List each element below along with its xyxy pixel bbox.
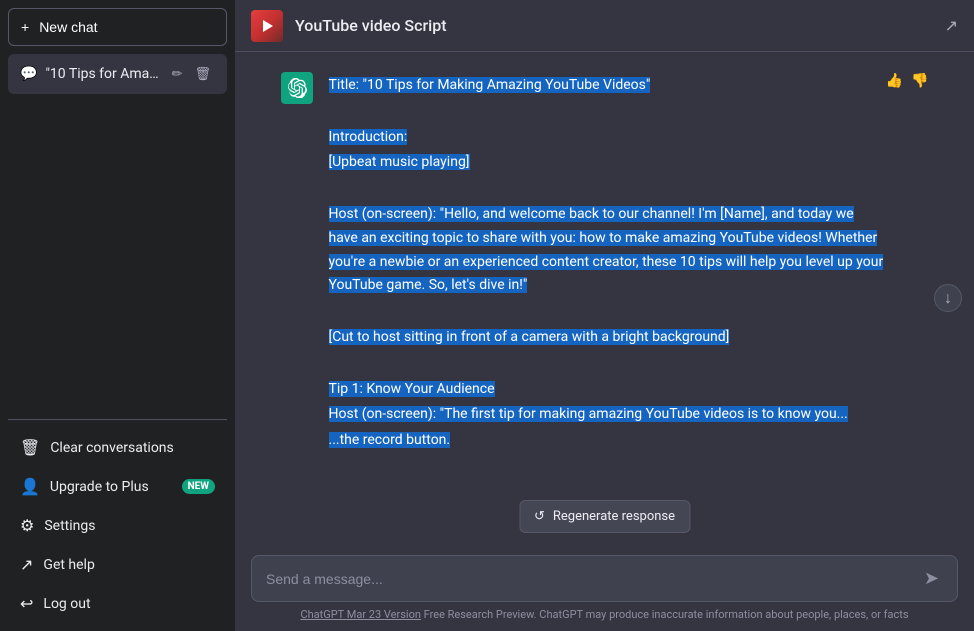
chat-item-label: "10 Tips for Amazing Yo <box>45 66 163 82</box>
footer-text: ChatGPT Mar 23 Version Free Research Pre… <box>251 602 958 625</box>
message-actions: 👍 👎 <box>886 72 929 89</box>
msg-line-blank4 <box>329 352 886 376</box>
sidebar-item-logout[interactable]: ↩ Log out <box>8 584 227 623</box>
msg-line-record: ...the record button. <box>329 429 886 453</box>
chat-icon: 💬 <box>20 66 37 82</box>
selected-text: [Cut to host sitting in front of a camer… <box>329 329 730 345</box>
new-chat-button[interactable]: + New chat <box>8 8 227 46</box>
sidebar-item-help[interactable]: ↗ Get help <box>8 545 227 584</box>
input-box: ➤ <box>251 555 958 602</box>
help-icon: ↗ <box>20 555 33 574</box>
selected-text: [Upbeat music playing] <box>329 154 470 170</box>
msg-line-blank2 <box>329 177 886 201</box>
send-button[interactable]: ➤ <box>920 566 943 591</box>
sidebar-item-upgrade[interactable]: 👤 Upgrade to Plus NEW <box>8 467 227 506</box>
msg-line-host2: Host (on-screen): "The first tip for mak… <box>329 403 886 427</box>
selected-text: Tip 1: Know Your Audience <box>329 381 495 397</box>
selected-text: Host (on-screen): "Hello, and welcome ba… <box>329 206 884 293</box>
external-link-icon[interactable]: ↗ <box>945 16 958 35</box>
page-title: YouTube video Script <box>295 16 945 35</box>
ai-message-row: Title: "10 Tips for Making Amazing YouTu… <box>281 72 929 455</box>
chat-area: Title: "10 Tips for Making Amazing YouTu… <box>235 52 974 543</box>
message-body: Title: "10 Tips for Making Amazing YouTu… <box>329 72 929 455</box>
regenerate-label: Regenerate response <box>553 509 675 524</box>
chat-area-wrapper: Title: "10 Tips for Making Amazing YouTu… <box>235 52 974 543</box>
message-block: Title: "10 Tips for Making Amazing YouTu… <box>265 72 945 455</box>
chat-item[interactable]: 💬 "10 Tips for Amazing Yo ✏ 🗑 <box>8 54 227 94</box>
play-icon <box>263 20 273 32</box>
ai-avatar <box>281 72 313 104</box>
msg-line-tip1: Tip 1: Know Your Audience <box>329 378 886 402</box>
main-area: YouTube video Script ↗ <box>235 0 974 631</box>
person-icon: 👤 <box>20 477 40 496</box>
msg-line-blank1 <box>329 100 886 124</box>
footer-description: Free Research Preview. ChatGPT may produ… <box>421 608 909 621</box>
avatar-inner <box>251 10 283 42</box>
selected-text: Title: "10 Tips for Making Amazing YouTu… <box>329 77 651 93</box>
logout-icon: ↩ <box>20 594 33 613</box>
thumbs-down-button[interactable]: 👎 <box>911 72 928 89</box>
msg-line-title: Title: "10 Tips for Making Amazing YouTu… <box>329 74 886 98</box>
sidebar-bottom: 🗑 Clear conversations 👤 Upgrade to Plus … <box>8 419 227 623</box>
clear-label: Clear conversations <box>50 440 215 456</box>
trash-icon: 🗑 <box>20 438 40 457</box>
plus-icon: + <box>21 19 29 35</box>
thumbs-up-button[interactable]: 👍 <box>886 72 903 89</box>
sidebar-item-settings[interactable]: ⚙ Settings <box>8 506 227 545</box>
regenerate-icon: ↺ <box>534 509 545 524</box>
chat-item-actions: ✏ 🗑 <box>168 64 215 84</box>
selected-text: ...the record button. <box>329 432 451 448</box>
sidebar-item-clear[interactable]: 🗑 Clear conversations <box>8 428 227 467</box>
logout-label: Log out <box>43 596 215 612</box>
sidebar: + New chat 💬 "10 Tips for Amazing Yo ✏ 🗑… <box>0 0 235 631</box>
msg-line-blank3 <box>329 300 886 324</box>
chat-history: 💬 "10 Tips for Amazing Yo ✏ 🗑 <box>8 54 227 419</box>
header-avatar <box>251 10 283 42</box>
new-chat-label: New chat <box>39 19 97 35</box>
gear-icon: ⚙ <box>20 516 34 535</box>
selected-text: Host (on-screen): "The first tip for mak… <box>329 406 848 422</box>
msg-line-intro: Introduction: <box>329 126 886 150</box>
chevron-down-icon: ↓ <box>944 288 952 308</box>
selected-text: Introduction: <box>329 129 408 145</box>
help-label: Get help <box>43 557 215 573</box>
new-badge: NEW <box>182 479 215 494</box>
regenerate-tooltip[interactable]: ↺ Regenerate response <box>519 500 690 533</box>
input-area: ➤ ChatGPT Mar 23 Version Free Research P… <box>235 543 974 631</box>
scroll-down-button[interactable]: ↓ <box>934 284 962 312</box>
msg-line-cut: [Cut to host sitting in front of a camer… <box>329 326 886 350</box>
settings-label: Settings <box>44 518 215 534</box>
msg-line-host: Host (on-screen): "Hello, and welcome ba… <box>329 203 886 298</box>
message-input[interactable] <box>266 571 920 587</box>
edit-chat-button[interactable]: ✏ <box>168 64 187 84</box>
msg-line-music: [Upbeat music playing] <box>329 151 886 175</box>
delete-chat-button[interactable]: 🗑 <box>190 64 215 84</box>
footer-link[interactable]: ChatGPT Mar 23 Version <box>300 608 420 621</box>
upgrade-label: Upgrade to Plus <box>50 479 172 495</box>
header: YouTube video Script ↗ <box>235 0 974 52</box>
